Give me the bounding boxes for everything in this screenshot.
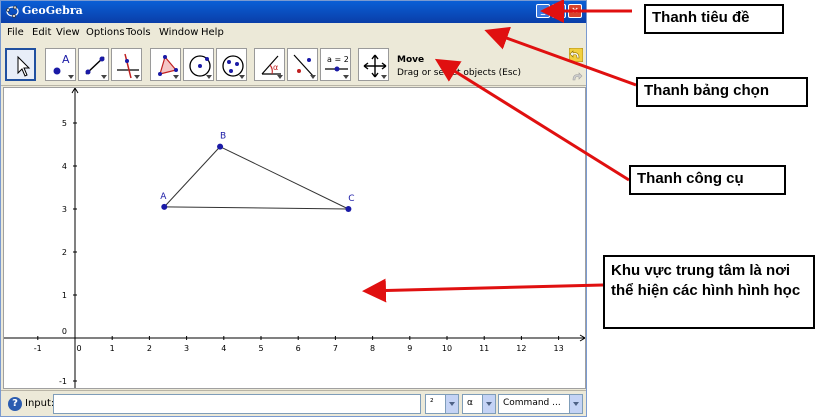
annotation-arrows (362, 0, 637, 303)
arrow-menu-bar (484, 26, 637, 87)
callout-title-bar: Thanh tiêu đề (644, 4, 784, 34)
callout-toolbar: Thanh công cụ (629, 165, 786, 195)
callout-menu-bar: Thanh bảng chọn (636, 77, 808, 107)
arrow-graphics-area (362, 278, 604, 303)
arrow-toolbar (434, 58, 630, 182)
callout-graphics-area: Khu vực trung tâm là nơi thể hiện các hì… (603, 255, 815, 329)
